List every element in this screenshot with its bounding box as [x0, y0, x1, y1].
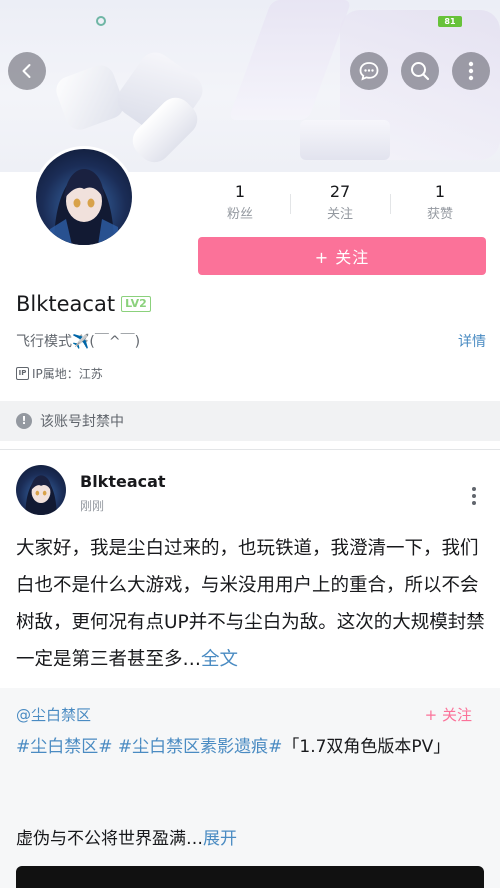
- post-author-name[interactable]: Blkteacat: [80, 472, 166, 491]
- divider: [0, 449, 500, 450]
- post-more-button[interactable]: [468, 484, 480, 508]
- more-button[interactable]: [452, 52, 490, 90]
- expand-link[interactable]: 展开: [203, 829, 237, 849]
- repost-follow-button[interactable]: + 关注: [425, 704, 472, 725]
- stat-value: 1: [434, 182, 446, 201]
- post-content: 大家好，我是尘白过来的，也玩铁道，我澄清一下，我们白也不是什么大游戏，与米没用用…: [16, 530, 488, 678]
- repost-source[interactable]: @尘白禁区: [16, 704, 91, 725]
- status-bar: 81: [438, 16, 462, 27]
- stat-value: 1: [234, 182, 246, 201]
- more-vertical-icon: [472, 487, 476, 505]
- profile-avatar[interactable]: [33, 146, 135, 248]
- search-icon: [411, 62, 430, 81]
- avatar-illustration: [50, 169, 118, 245]
- back-button[interactable]: [8, 52, 46, 90]
- ban-notice-text: 该账号封禁中: [40, 414, 124, 430]
- search-button[interactable]: [401, 52, 439, 90]
- chevron-left-icon: [22, 64, 31, 78]
- ip-location: IP IP属地：江苏: [16, 365, 103, 382]
- follow-button[interactable]: + 关注: [198, 237, 486, 275]
- stat-following[interactable]: 27 关注: [290, 180, 390, 230]
- repost-tags[interactable]: #尘白禁区# #尘白禁区素影遗痕#: [16, 737, 282, 757]
- full-text-link[interactable]: 全文: [201, 649, 238, 670]
- more-vertical-icon: [468, 61, 474, 81]
- banner-shape: [300, 120, 390, 160]
- post-body: 大家好，我是尘白过来的，也玩铁道，我澄清一下，我们白也不是什么大游戏，与米没用用…: [16, 538, 485, 670]
- status-indicator-icon: [96, 16, 106, 26]
- post-author-avatar[interactable]: [16, 465, 66, 515]
- stat-label: 获赞: [426, 207, 453, 222]
- bio-row: 飞行模式✈️(￣^￣) 详情: [16, 331, 486, 351]
- ip-label: IP属地：江苏: [32, 367, 103, 381]
- level-badge: LV2: [121, 296, 151, 312]
- ip-icon: IP: [16, 367, 29, 380]
- repost-text: #尘白禁区# #尘白禁区素影遗痕#「1.7双角色版本PV」: [16, 732, 486, 762]
- avatar-image: [36, 149, 132, 245]
- username: Blkteacat: [16, 292, 116, 316]
- message-button[interactable]: [350, 52, 388, 90]
- details-link[interactable]: 详情: [458, 331, 486, 351]
- stat-label: 关注: [326, 207, 353, 222]
- repost-title: 「1.7双角色版本PV」: [282, 737, 451, 757]
- chat-bubble-icon: [359, 62, 379, 81]
- ban-notice-bar: ! 该账号封禁中: [0, 401, 500, 441]
- battery-icon: 81: [438, 16, 462, 27]
- repost-subtitle: 虚伪与不公将世界盈满…展开: [16, 824, 237, 849]
- username-row: Blkteacat LV2: [16, 292, 151, 316]
- stat-followers[interactable]: 1 粉丝: [190, 180, 290, 230]
- post-time: 刚刚: [80, 499, 105, 513]
- stat-likes[interactable]: 1 获赞: [390, 180, 490, 230]
- video-thumbnail[interactable]: [16, 866, 484, 888]
- profile-stats: 1 粉丝 27 关注 1 获赞: [190, 180, 490, 230]
- avatar-illustration: [25, 475, 57, 515]
- repost-subtitle-text: 虚伪与不公将世界盈满…: [16, 829, 203, 849]
- stat-value: 27: [329, 182, 351, 201]
- stat-label: 粉丝: [226, 207, 253, 222]
- banner-shape: [228, 0, 352, 120]
- bio-text: 飞行模式✈️(￣^￣): [16, 334, 141, 350]
- info-icon: !: [16, 413, 32, 429]
